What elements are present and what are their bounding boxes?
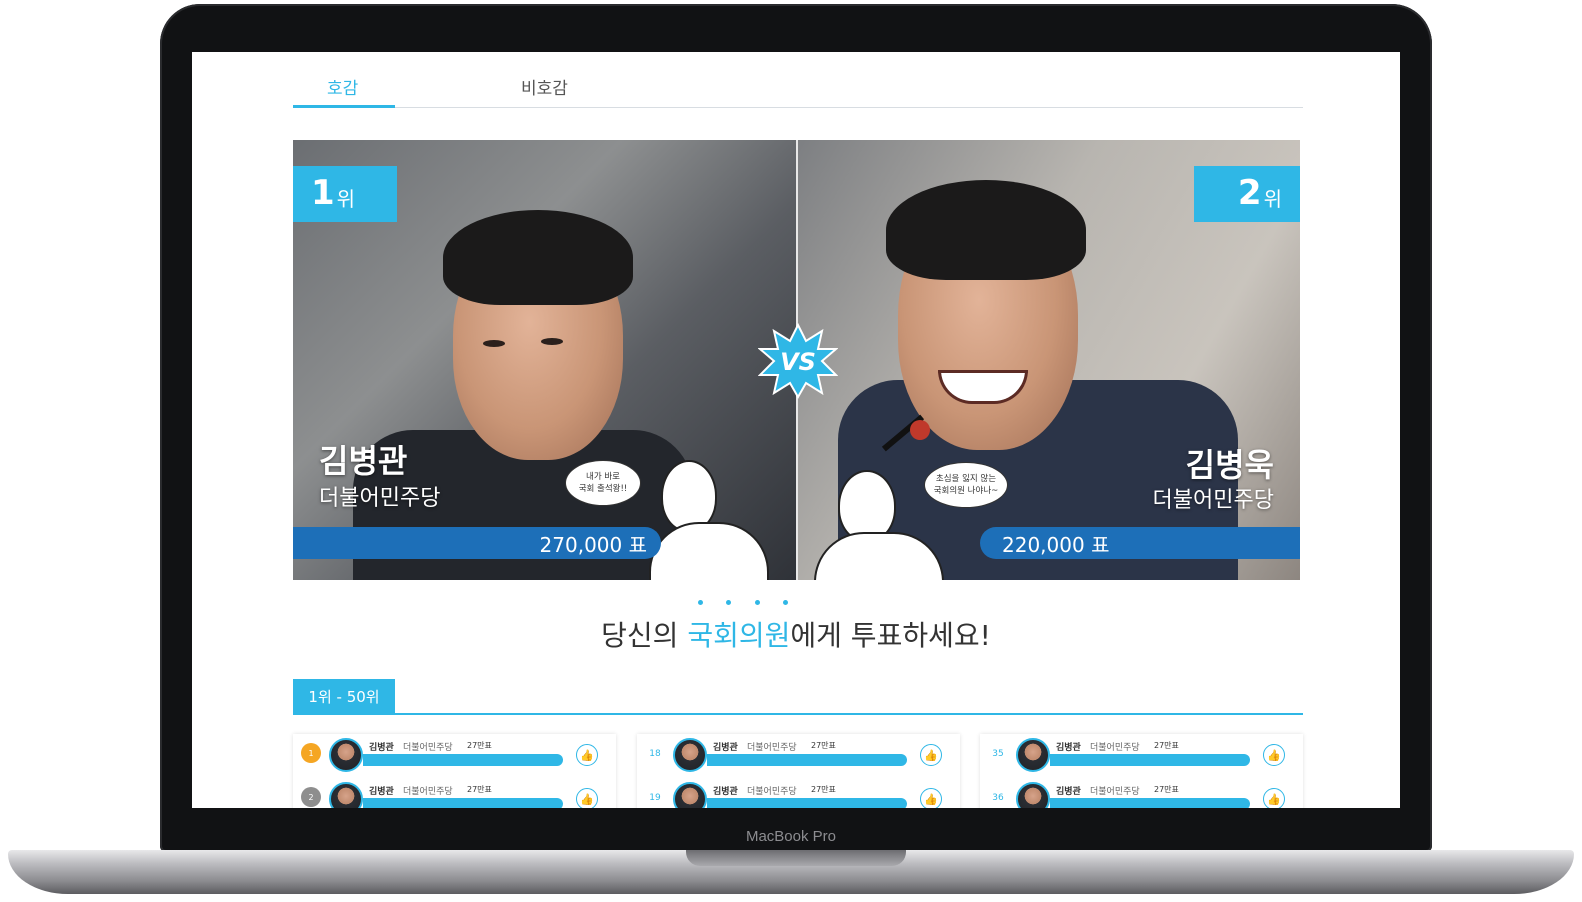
svg-text:VS: VS — [780, 348, 816, 376]
thumbs-up-icon[interactable]: 👍 — [920, 744, 942, 766]
candidate-party: 더불어민주당 — [1152, 488, 1274, 513]
active-tab-indicator — [293, 105, 395, 108]
vote-prompt: 당신의 국회의원에게 투표하세요! — [601, 619, 991, 652]
thumbs-up-icon[interactable]: 👍 — [1263, 788, 1285, 808]
rank-badge-1: 1 위 — [293, 166, 397, 222]
screen: 호감 비호감 1 위 김병관 더불어민주당 내가 바로 국회 출석왕!! 270, — [192, 52, 1400, 808]
avatar — [673, 738, 707, 772]
candidate-name: 김병욱 — [1185, 446, 1274, 484]
vote-bar — [707, 798, 907, 808]
avatar — [1016, 738, 1050, 772]
tab-bar: 호감 비호감 — [293, 70, 1303, 108]
ranking-row[interactable]: 18 김병관 더불어민주당 27만표 👍 — [637, 734, 960, 776]
vote-bar — [707, 754, 907, 766]
range-tab-1-50[interactable]: 1위 - 50위 — [293, 679, 395, 713]
candidate-party: 더불어민주당 — [319, 486, 441, 511]
vote-bar — [1050, 798, 1250, 808]
avatar — [329, 782, 363, 808]
tab-favorable[interactable]: 호감 — [327, 74, 358, 99]
emphasis-dots — [698, 600, 788, 605]
thumbs-up-icon[interactable]: 👍 — [576, 744, 598, 766]
hero-versus: 1 위 김병관 더불어민주당 내가 바로국회 출석왕!! 270,000 표 — [293, 140, 1300, 580]
candidate-panel-1[interactable]: 1 위 김병관 더불어민주당 내가 바로 국회 출석왕!! 270,000 표 — [293, 140, 796, 580]
candidate-panel-2[interactable]: 2 위 김병욱 더불어민주당 초심을 잃지 않는 국회의원 나야나~ 220,00… — [798, 140, 1300, 580]
ranking-row[interactable]: 35 김병관 더불어민주당 27만표 👍 — [980, 734, 1303, 776]
thumbs-up-icon[interactable]: 👍 — [1263, 744, 1285, 766]
hair-shape — [443, 210, 633, 305]
speech-bubble: 초심을 잃지 않는 국회의원 나야나~ — [924, 462, 1008, 508]
vote-bar — [363, 754, 563, 766]
device-label: MacBook Pro — [745, 828, 837, 845]
avatar — [1016, 782, 1050, 808]
vote-count-bar: 270,000 표 — [293, 527, 661, 559]
hair-shape — [886, 180, 1086, 280]
ranking-row[interactable]: 1 김병관 더불어민주당 27만표 👍 — [293, 734, 616, 776]
ranking-column-2: 18 김병관 더불어민주당 27만표 👍 19 김병관 더불어민주당 27만표 … — [637, 734, 960, 808]
thumbs-up-icon[interactable]: 👍 — [576, 788, 598, 808]
ranking-row[interactable]: 19 김병관 더불어민주당 27만표 👍 — [637, 778, 960, 808]
ranking-row[interactable]: 36 김병관 더불어민주당 27만표 👍 — [980, 778, 1303, 808]
avatar — [673, 782, 707, 808]
rank-badge-2: 2 위 — [1194, 166, 1300, 222]
speech-bubble: 내가 바로 국회 출석왕!! — [565, 460, 641, 506]
vs-burst-icon: VS — [758, 323, 838, 399]
ranking-column-1: 1 김병관 더불어민주당 27만표 👍 2 김병관 더불어민주당 27만표 👍 — [293, 734, 616, 808]
vote-count-bar: 220,000 표 — [980, 527, 1300, 559]
range-tab-bar: 1위 - 50위 — [293, 679, 1303, 715]
vote-bar — [1050, 754, 1250, 766]
thumbs-up-icon[interactable]: 👍 — [920, 788, 942, 808]
ranking-row[interactable]: 2 김병관 더불어민주당 27만표 👍 — [293, 778, 616, 808]
vote-bar — [363, 798, 563, 808]
gold-medal-icon: 1 — [301, 743, 321, 763]
tab-unfavorable[interactable]: 비호감 — [521, 74, 568, 99]
candidate-name: 김병관 — [319, 442, 408, 480]
laptop-notch — [686, 850, 906, 866]
ranking-column-3: 35 김병관 더불어민주당 27만표 👍 36 김병관 더불어민주당 27만표 … — [980, 734, 1303, 808]
avatar — [329, 738, 363, 772]
silver-medal-icon: 2 — [301, 787, 321, 807]
